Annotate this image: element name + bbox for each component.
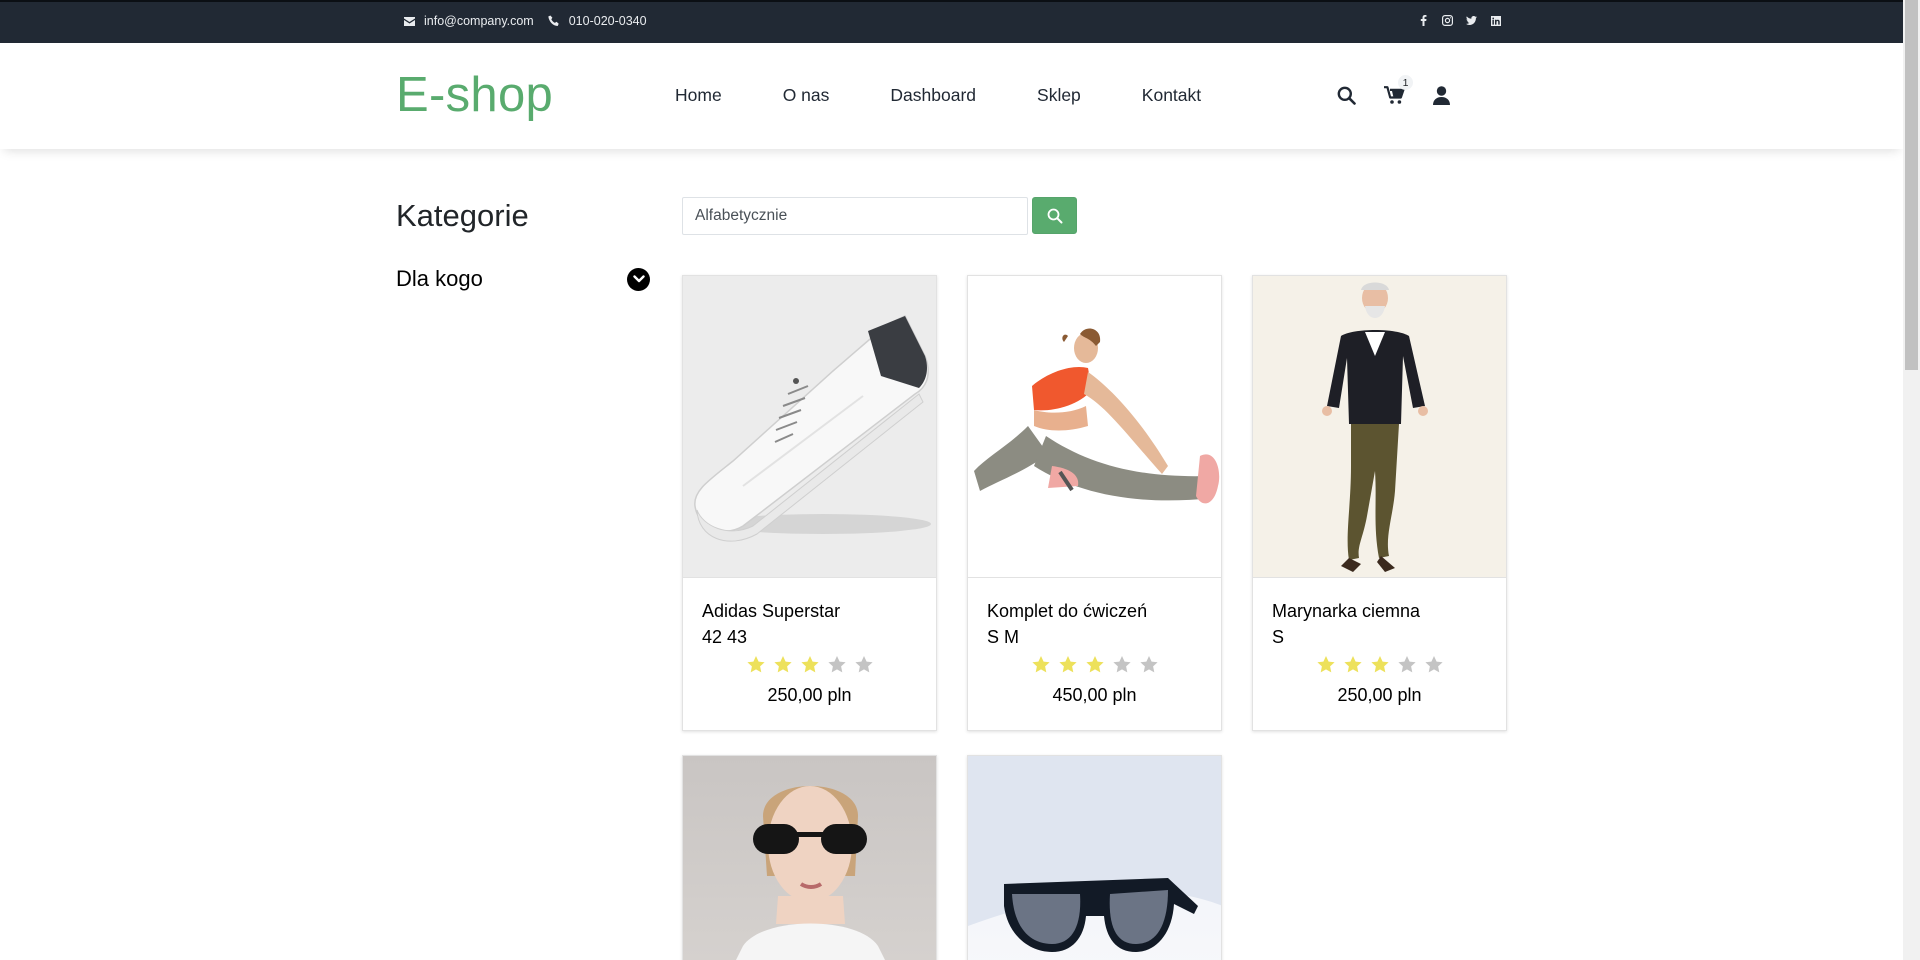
product-rating (987, 655, 1202, 677)
product-card[interactable]: Komplet do ćwiczeń S M 450,00 pln (967, 275, 1222, 731)
cart-icon[interactable]: 1 (1383, 75, 1413, 106)
star-empty-icon (1139, 656, 1158, 673)
product-name[interactable]: Adidas Superstar (702, 600, 917, 622)
star-filled-icon (1343, 656, 1362, 673)
product-price: 450,00 pln (1052, 685, 1137, 705)
product-card[interactable]: Adidas Superstar 42 43 250,00 pln (682, 275, 937, 731)
product-info: Adidas Superstar 42 43 250,00 pln (683, 578, 936, 730)
chevron-down-icon[interactable] (627, 267, 650, 291)
star-filled-icon (1058, 656, 1077, 673)
product-image-sunglasses-model[interactable] (683, 756, 936, 960)
product-card[interactable] (967, 755, 1222, 960)
product-image-blazer[interactable] (1253, 276, 1506, 578)
top-info-bar: info@company.com 010-020-0340 (0, 0, 1903, 43)
search-icon[interactable] (1335, 84, 1357, 106)
social-links (1418, 15, 1501, 26)
main-nav: Home O nas Dashboard Sklep Kontakt (675, 85, 1201, 106)
category-toggle-for-whom[interactable]: Dla kogo (396, 266, 650, 292)
star-filled-icon (1316, 656, 1335, 673)
product-info: Marynarka ciemna S 250,00 pln (1253, 578, 1506, 730)
linkedin-icon[interactable] (1490, 15, 1501, 26)
star-filled-icon (800, 656, 819, 673)
product-name[interactable]: Marynarka ciemna (1272, 600, 1487, 622)
category-label: Dla kogo (396, 266, 483, 291)
main-header: E-shop Home O nas Dashboard Sklep Kontak… (0, 43, 1903, 149)
product-rating (702, 655, 917, 677)
instagram-icon[interactable] (1442, 15, 1453, 26)
site-logo[interactable]: E-shop (396, 67, 553, 123)
star-empty-icon (1112, 656, 1131, 673)
product-image-sunglasses[interactable] (968, 756, 1221, 960)
nav-contact[interactable]: Kontakt (1142, 85, 1201, 106)
product-price: 250,00 pln (1337, 685, 1422, 705)
product-info: Komplet do ćwiczeń S M 450,00 pln (968, 578, 1221, 730)
star-filled-icon (1031, 656, 1050, 673)
twitter-icon[interactable] (1466, 15, 1477, 26)
search-icon (1047, 208, 1062, 223)
product-sizes: S M (987, 627, 1020, 647)
nav-home[interactable]: Home (675, 85, 722, 106)
phone-icon (548, 15, 560, 27)
nav-dashboard[interactable]: Dashboard (890, 85, 976, 106)
star-empty-icon (854, 656, 873, 673)
nav-about[interactable]: O nas (783, 85, 830, 106)
product-name[interactable]: Komplet do ćwiczeń (987, 600, 1202, 622)
nav-shop[interactable]: Sklep (1037, 85, 1081, 106)
envelope-icon (403, 15, 415, 27)
user-icon[interactable] (1430, 84, 1452, 106)
header-actions: 1 (1335, 75, 1452, 106)
contact-phone[interactable]: 010-020-0340 (569, 14, 647, 28)
scrollbar-thumb[interactable] (1905, 0, 1918, 370)
contact-info: info@company.com 010-020-0340 (403, 14, 661, 28)
categories-title: Kategorie (396, 198, 529, 233)
product-card[interactable] (682, 755, 937, 960)
star-filled-icon (773, 656, 792, 673)
sort-search-input[interactable] (682, 197, 1028, 235)
star-filled-icon (1085, 656, 1104, 673)
product-card[interactable]: Marynarka ciemna S 250,00 pln (1252, 275, 1507, 731)
product-price: 250,00 pln (767, 685, 852, 705)
search-submit-button[interactable] (1032, 197, 1077, 234)
product-rating (1272, 655, 1487, 677)
product-image-workout-set[interactable] (968, 276, 1221, 578)
product-image-sneaker[interactable] (683, 276, 936, 578)
star-filled-icon (746, 656, 765, 673)
sort-search-bar (682, 197, 1077, 235)
star-filled-icon (1370, 656, 1389, 673)
product-sizes: S (1272, 627, 1285, 647)
star-empty-icon (1424, 656, 1443, 673)
product-sizes: 42 43 (702, 627, 748, 647)
star-empty-icon (827, 656, 846, 673)
star-empty-icon (1397, 656, 1416, 673)
page-scrollbar[interactable] (1903, 0, 1920, 960)
cart-count-badge: 1 (1398, 75, 1413, 90)
contact-email[interactable]: info@company.com (424, 14, 534, 28)
facebook-icon[interactable] (1418, 15, 1429, 26)
